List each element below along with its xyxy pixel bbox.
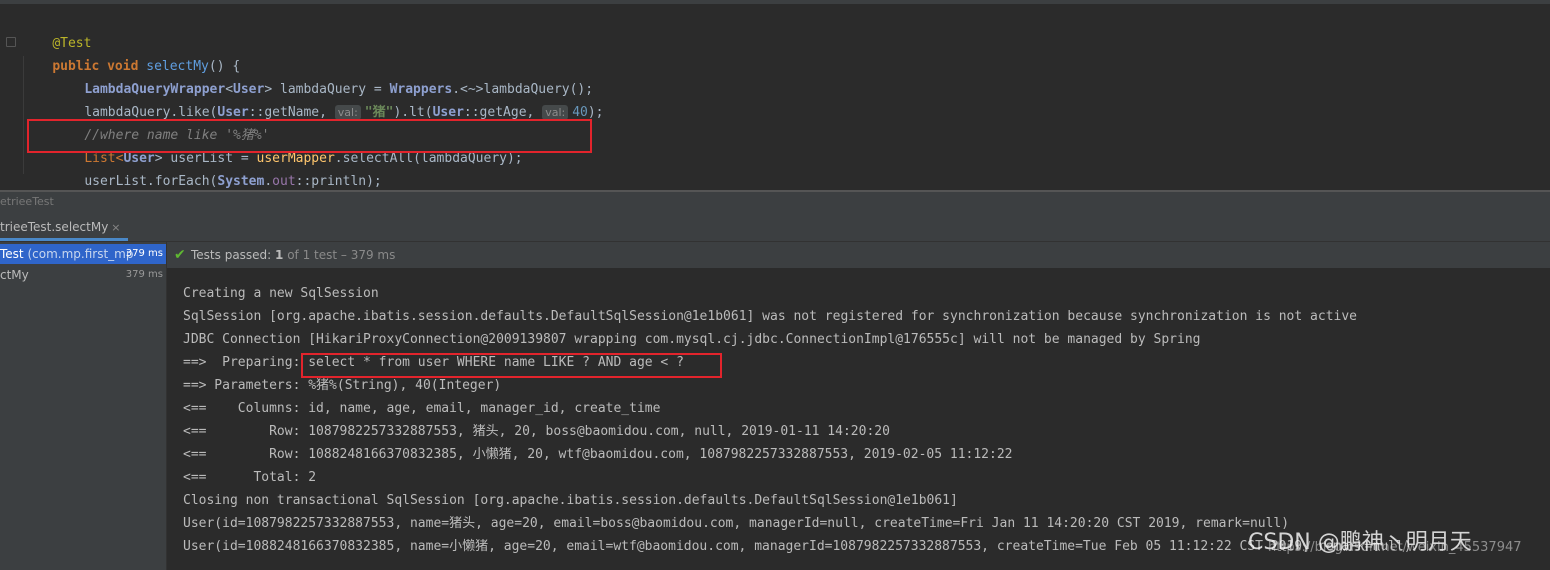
test-status-text: Tests passed: 1 of 1 test – 379 ms xyxy=(191,242,395,268)
number-literal: 40 xyxy=(572,105,588,120)
tree-item-test-method[interactable]: ctMy 379 ms xyxy=(0,265,166,285)
fold-marker-icon[interactable] xyxy=(6,37,16,47)
console-line: <== Columns: id, name, age, email, manag… xyxy=(183,401,661,416)
console-line: Closing non transactional SqlSession [or… xyxy=(183,493,958,508)
type-user: User xyxy=(432,105,464,120)
run-toolwindow-header: etrieeTest xyxy=(0,192,1550,214)
tree-item-package: (com.mp.first_mp xyxy=(23,247,134,261)
console-line: <== Row: 1088248166370832385, 小懒猪, 20, w… xyxy=(183,447,1013,462)
console-line: Creating a new SqlSession xyxy=(183,286,379,301)
param-hint-val: val: xyxy=(334,105,361,120)
watermark-url: https://blog.csdn.net/weixin_45537947 xyxy=(1268,540,1522,555)
statement-end: ); xyxy=(587,105,604,120)
highlight-box-sql xyxy=(301,353,722,378)
console-line: User(id=1088248166370832385, name=小懒猪, a… xyxy=(183,539,1412,554)
println-ref: ::println); xyxy=(295,174,382,189)
close-icon[interactable]: × xyxy=(111,221,120,234)
tab-label: trieeTest.selectMy xyxy=(0,220,109,234)
run-tabs: trieeTest.selectMy × xyxy=(0,214,1550,242)
console-line: <== Total: 2 xyxy=(183,470,317,485)
tree-item-label: Test xyxy=(0,247,24,261)
console-line: User(id=1087982257332887553, name=猪头, ag… xyxy=(183,516,1290,531)
code-line-1[interactable]: @Test xyxy=(21,9,91,51)
console-line: <== Row: 1087982257332887553, 猪头, 20, bo… xyxy=(183,424,890,439)
highlight-box-selectall xyxy=(27,119,592,153)
foreach-call: userList.forEach( xyxy=(84,174,218,189)
status-prefix: Tests passed: xyxy=(191,248,276,262)
tab-selectmy[interactable]: trieeTest.selectMy × xyxy=(0,214,128,241)
code-editor[interactable]: @Test public void selectMy() { LambdaQue… xyxy=(0,0,1550,212)
run-config-title: etrieeTest xyxy=(0,195,54,208)
test-tree: Test (com.mp.first_mp 379 ms ctMy 379 ms xyxy=(0,242,167,570)
tree-item-time: 379 ms xyxy=(125,269,163,280)
string-literal: "猪" xyxy=(364,105,394,120)
code-line-2[interactable]: public void selectMy() { xyxy=(21,32,240,74)
param-hint-val: val: xyxy=(542,105,569,120)
console-line: JDBC Connection [HikariProxyConnection@2… xyxy=(183,332,1201,347)
getage-ref: ::getAge, xyxy=(463,105,543,120)
tree-item-label: ctMy xyxy=(0,268,29,282)
code-line-4[interactable]: lambdaQuery.like(User::getName, val: "猪")… xyxy=(53,78,604,120)
dot: . xyxy=(264,174,273,189)
test-status-bar: ✔ Tests passed: 1 of 1 test – 379 ms xyxy=(167,242,1550,268)
code-line-3[interactable]: LambdaQueryWrapper<User> lambdaQuery = W… xyxy=(53,55,593,97)
tree-item-test-class[interactable]: Test (com.mp.first_mp 379 ms xyxy=(0,244,166,264)
check-icon: ✔ xyxy=(174,247,186,263)
type-system: System xyxy=(217,174,265,189)
field-out: out xyxy=(272,174,296,189)
status-suffix: of 1 test – 379 ms xyxy=(283,248,396,262)
lt-call: ).lt( xyxy=(393,105,433,120)
tree-item-time: 379 ms xyxy=(125,248,163,259)
console-line: SqlSession [org.apache.ibatis.session.de… xyxy=(183,309,1357,324)
